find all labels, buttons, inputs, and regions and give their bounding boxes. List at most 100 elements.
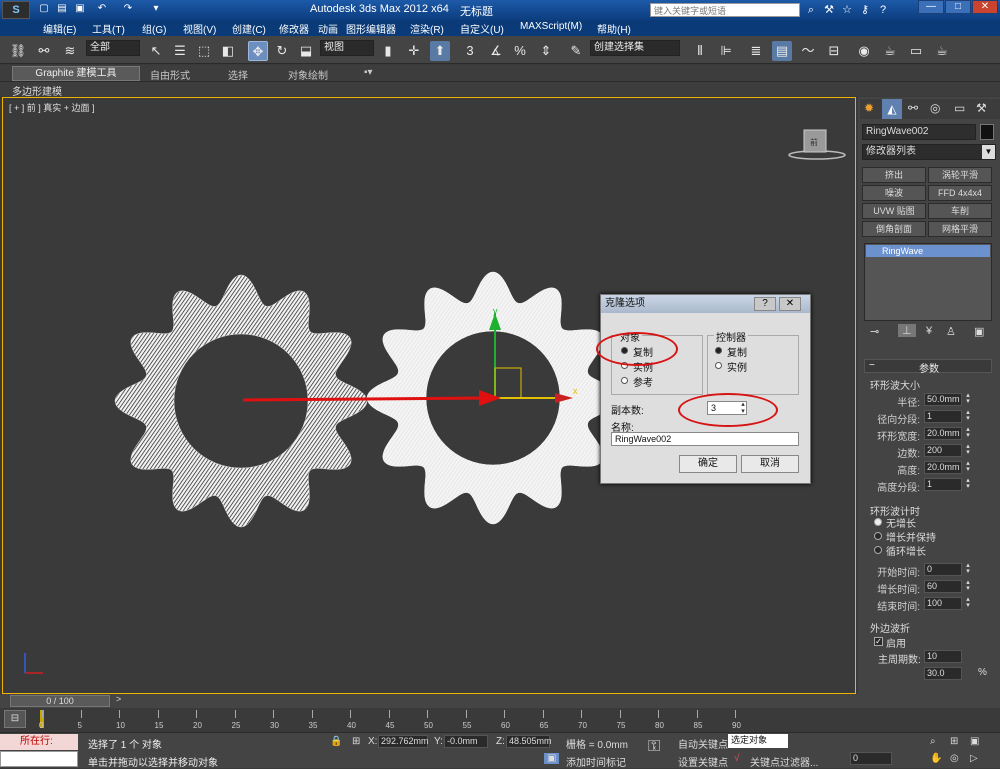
radio-no-growth[interactable] <box>874 518 882 526</box>
select-move-icon[interactable]: ✥ <box>248 41 268 61</box>
mirror-icon[interactable]: ⫴ <box>690 41 710 61</box>
key-filter-icon[interactable]: √ <box>734 753 740 764</box>
snaps-toggle-icon[interactable]: 3 <box>460 41 480 61</box>
search-input[interactable]: 键入关键字或短语 <box>650 3 800 17</box>
time-param-spinner-1[interactable]: ▴ ▾ <box>964 579 972 593</box>
radio-ctrl-instance-label[interactable]: 实例 <box>727 359 747 374</box>
pivot-center-icon[interactable]: ▮ <box>378 41 398 61</box>
save-file-icon[interactable]: ▣ <box>74 3 86 15</box>
link-icon[interactable]: ⛓ <box>8 41 28 61</box>
time-tag-icon[interactable]: ▣ <box>544 753 560 764</box>
binoculars-icon[interactable]: ⌕ <box>804 3 818 17</box>
open-file-icon[interactable]: ▤ <box>56 3 68 15</box>
menu-create[interactable]: 创建(C) <box>232 21 266 36</box>
key-filters-button[interactable]: 关键点过滤器... <box>750 754 818 769</box>
remove-modifier-icon[interactable]: ♙ <box>946 325 956 338</box>
menu-customize[interactable]: 自定义(U) <box>460 21 504 36</box>
maxscript-input[interactable] <box>0 751 78 767</box>
radio-reference-label[interactable]: 参考 <box>633 374 653 389</box>
menu-animation[interactable]: 动画 <box>318 21 338 36</box>
radio-ctrl-copy-label[interactable]: 复制 <box>727 344 747 359</box>
new-file-icon[interactable]: ▢ <box>38 3 50 15</box>
time-param-input-1[interactable]: 60 <box>924 580 962 593</box>
params-rollout-header[interactable]: − 参数 <box>864 359 992 375</box>
app-logo-icon[interactable]: S <box>2 1 30 19</box>
key-mode-icon[interactable]: ⚿ <box>648 738 660 756</box>
radio-ctrl-instance[interactable] <box>715 362 722 369</box>
radio-ctrl-copy[interactable] <box>715 347 722 354</box>
time-param-input-2[interactable]: 100 <box>924 597 962 610</box>
spinner-snap-icon[interactable]: ⇕ <box>536 41 556 61</box>
radio-no-growth-label[interactable]: 无增长 <box>886 515 916 530</box>
rendered-frame-icon[interactable]: ▭ <box>906 41 926 61</box>
menu-modifiers[interactable]: 修改器 <box>279 21 309 36</box>
viewcube-icon[interactable]: 前 <box>788 129 846 160</box>
absolute-mode-icon[interactable]: ⊞ <box>352 736 360 747</box>
window-crossing-icon[interactable]: ◧ <box>218 41 238 61</box>
ring-param-input-5[interactable]: 1 <box>924 478 962 491</box>
radio-reference[interactable] <box>621 377 628 384</box>
motion-tab-icon[interactable]: ◎ <box>930 101 940 115</box>
radio-cyclic[interactable] <box>874 546 882 554</box>
mod-noise-button[interactable]: 噪波 <box>862 185 926 201</box>
zoom-extents-icon[interactable]: ⊞ <box>950 736 958 747</box>
ribbon-options-icon[interactable]: ▪▾ <box>364 67 373 78</box>
selection-filter-dropdown[interactable]: 全部 <box>86 40 140 56</box>
ring-param-spinner-4[interactable]: ▴ ▾ <box>964 460 972 474</box>
hierarchy-tab-icon[interactable]: ⚯ <box>908 101 918 115</box>
radio-grow-hold-label[interactable]: 增长并保持 <box>886 529 936 544</box>
selected-set-dropdown[interactable]: 选定对象 <box>728 734 788 748</box>
enable-checkbox[interactable]: ✓ <box>874 637 883 646</box>
radio-grow-hold[interactable] <box>874 532 882 540</box>
mod-bevel-profile-button[interactable]: 倒角剖面 <box>862 221 926 237</box>
rect-selection-icon[interactable]: ⬚ <box>194 41 214 61</box>
show-end-result-icon[interactable]: ⊥ <box>898 324 916 337</box>
modifier-list-dropdown[interactable]: 修改器列表 <box>862 144 996 160</box>
dialog-close-button[interactable]: ✕ <box>779 297 801 311</box>
wrench-icon[interactable]: ⚒ <box>822 3 836 17</box>
display-tab-icon[interactable]: ▭ <box>954 101 965 115</box>
edit-named-selection-icon[interactable]: ✎ <box>566 41 586 61</box>
maximize-button[interactable]: □ <box>945 0 971 14</box>
mod-meshsmooth-button[interactable]: 网格平滑 <box>928 221 992 237</box>
redo-icon[interactable]: ↷ <box>122 3 134 15</box>
configure-sets-icon[interactable]: ▣ <box>974 325 984 338</box>
unlink-icon[interactable]: ⚯ <box>34 41 54 61</box>
x-coordinate-input[interactable]: 292.762mm <box>378 735 429 748</box>
set-key-button[interactable]: 设置关键点 <box>678 754 728 769</box>
undo-icon[interactable]: ↶ <box>96 3 108 15</box>
named-selection-dropdown[interactable]: 创建选择集 <box>590 40 680 56</box>
angle-snap-icon[interactable]: ∡ <box>486 41 506 61</box>
key-icon[interactable]: ⚷ <box>858 3 872 17</box>
add-time-tag[interactable]: 添加时间标记 <box>566 754 626 769</box>
radio-cyclic-label[interactable]: 循环增长 <box>886 543 926 558</box>
field-of-view-icon[interactable]: ▷ <box>970 753 978 764</box>
align-icon[interactable]: ⊫ <box>716 41 736 61</box>
menu-views[interactable]: 视图(V) <box>183 21 216 36</box>
polygon-modeling-label[interactable]: 多边形建模 <box>12 83 62 98</box>
select-rotate-icon[interactable]: ↻ <box>272 41 292 61</box>
mod-uvw-button[interactable]: UVW 贴图 <box>862 203 926 219</box>
y-coordinate-input[interactable]: -0.0mm <box>444 735 488 748</box>
stack-item-ringwave[interactable]: RingWave <box>866 245 990 257</box>
star-icon[interactable]: ☆ <box>840 3 854 17</box>
time-slider-thumb[interactable]: 0 / 100 <box>10 695 110 707</box>
mod-ffd-button[interactable]: FFD 4x4x4 <box>928 185 992 201</box>
ringwave-object-1[interactable] <box>114 274 368 528</box>
percent-snap-icon[interactable]: % <box>510 41 530 61</box>
current-frame-input[interactable]: 0 <box>850 752 892 765</box>
mod-turbosmooth-button[interactable]: 涡轮平滑 <box>928 167 992 183</box>
cancel-button[interactable]: 取消 <box>741 455 799 473</box>
pan-icon[interactable]: ✋ <box>930 753 942 764</box>
schematic-view-icon[interactable]: ⊟ <box>824 41 844 61</box>
object-name-input[interactable]: RingWave002 <box>862 124 976 140</box>
maximize-viewport-icon[interactable]: ▣ <box>970 736 979 747</box>
keyboard-shortcut-icon[interactable]: ⬆ <box>430 41 450 61</box>
menu-maxscript[interactable]: MAXScript(M) <box>520 21 582 32</box>
minimize-button[interactable]: — <box>918 0 944 14</box>
mod-extrude-button[interactable]: 挤出 <box>862 167 926 183</box>
select-object-icon[interactable]: ↖ <box>146 41 166 61</box>
ring-param-spinner-0[interactable]: ▴ ▾ <box>964 392 972 406</box>
track-bar[interactable]: ⊟ 0 5 10 15 20 25 30 35 40 45 50 55 60 65 70 75 80 85 90 <box>0 708 860 732</box>
menu-edit[interactable]: 编辑(E) <box>43 21 76 36</box>
